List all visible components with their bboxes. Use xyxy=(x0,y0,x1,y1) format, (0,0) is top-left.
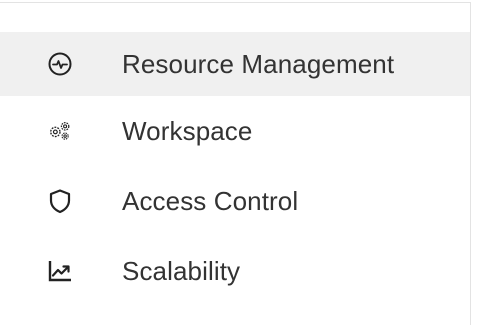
menu-item-label: Resource Management xyxy=(122,48,395,79)
gauge-icon xyxy=(47,51,73,77)
menu-list: Resource Management Workspace Access Con… xyxy=(0,32,470,306)
menu-item-label: Scalability xyxy=(122,255,241,286)
trending-chart-icon xyxy=(47,258,73,284)
panel-right-border xyxy=(470,2,471,325)
menu-item-access-control[interactable]: Access Control xyxy=(0,166,470,236)
shield-icon xyxy=(47,188,73,214)
menu-item-label: Access Control xyxy=(122,185,299,216)
panel-top-border xyxy=(0,2,470,3)
menu-panel: Resource Management Workspace Access Con… xyxy=(0,0,481,325)
menu-item-scalability[interactable]: Scalability xyxy=(0,236,470,306)
gears-icon xyxy=(47,118,73,144)
menu-item-resource-management[interactable]: Resource Management xyxy=(0,32,470,96)
menu-item-label: Workspace xyxy=(122,115,253,146)
menu-item-workspace[interactable]: Workspace xyxy=(0,96,470,166)
